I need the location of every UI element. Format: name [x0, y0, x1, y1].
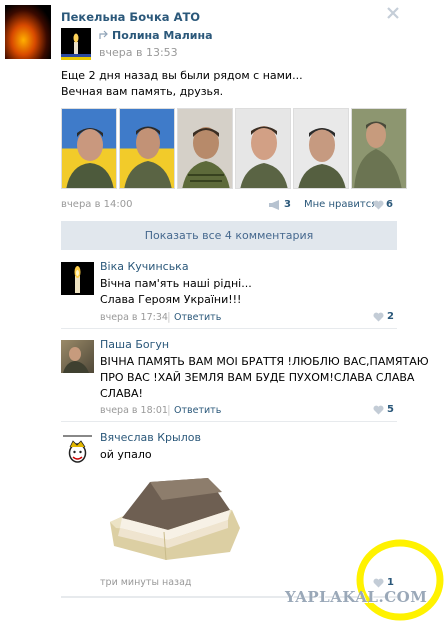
comment-text-line1: Вічна пам'ять наші рідні... [100, 277, 252, 290]
repost-time[interactable]: вчера в 13:53 [99, 46, 178, 59]
post-photo-2[interactable] [119, 108, 175, 189]
divider [61, 421, 397, 422]
comment-avatar[interactable] [61, 433, 94, 466]
comment-text-line2: ПРО ВАС !ХАЙ ЗЕМЛЯ ВАМ БУДЕ ПУХОМ!СЛАВА … [100, 371, 415, 384]
heart-icon[interactable] [373, 405, 384, 418]
reply-link[interactable]: Ответить [174, 312, 221, 323]
comment-time[interactable]: вчера в 18:01 [100, 405, 168, 416]
watermark: YAPLAKAL.COM [285, 588, 428, 606]
comment-author[interactable]: Паша Богун [100, 338, 169, 351]
comment-text-line1: ВІЧНА ПАМЯТЬ ВАМ МОІ БРАТТЯ !ЛЮБЛЮ ВАС,П… [100, 355, 429, 368]
comment-text-line2: Слава Героям України!!! [100, 293, 242, 306]
comment-author[interactable]: Вячеслав Крылов [100, 431, 201, 444]
heart-icon[interactable] [373, 312, 384, 325]
repost-arrow-icon [99, 30, 109, 40]
show-comments-label: Показать все 4 комментария [144, 229, 314, 242]
comment-avatar[interactable] [61, 340, 94, 373]
post-text-line2: Вечная вам память, друзья. [61, 85, 224, 98]
like-count[interactable]: 6 [386, 199, 393, 210]
post-photo-3[interactable] [177, 108, 233, 189]
repost-avatar[interactable] [61, 28, 91, 60]
group-name[interactable]: Пекельна Бочка АТО [61, 10, 200, 24]
share-count[interactable]: 3 [284, 199, 291, 210]
show-comments-button[interactable]: Показать все 4 комментария [61, 221, 397, 250]
comment-author[interactable]: Віка Кучинська [100, 260, 189, 273]
separator: | [167, 310, 171, 323]
megaphone-icon[interactable] [268, 200, 282, 213]
comment-text-line1: ой упало [100, 448, 152, 461]
comment-time[interactable]: вчера в 17:34 [100, 312, 168, 323]
post-photo-1[interactable] [61, 108, 117, 189]
post-text-line1: Еще 2 дня назад вы были рядом с нами... [61, 69, 303, 82]
reply-link[interactable]: Ответить [174, 405, 221, 416]
highlight-circle [353, 536, 445, 622]
heart-icon[interactable] [373, 200, 384, 213]
comment-text-line3: СЛАВА! [100, 387, 143, 400]
group-avatar[interactable] [5, 5, 51, 59]
divider [61, 328, 397, 329]
comment-time[interactable]: три минуты назад [100, 577, 191, 588]
post-time[interactable]: вчера в 14:00 [61, 199, 133, 210]
separator: | [167, 403, 171, 416]
comment-like-count[interactable]: 5 [387, 404, 394, 415]
like-label[interactable]: Мне нравится [304, 199, 377, 210]
post-photo-6[interactable] [351, 108, 407, 189]
repost-author[interactable]: Полина Малина [112, 29, 213, 42]
comment-image[interactable] [104, 470, 244, 565]
post-photo-4[interactable] [235, 108, 291, 189]
comment-avatar[interactable] [61, 262, 94, 295]
post-photo-5[interactable] [293, 108, 349, 189]
comment-like-count[interactable]: 2 [387, 311, 394, 322]
close-icon[interactable] [386, 6, 400, 20]
